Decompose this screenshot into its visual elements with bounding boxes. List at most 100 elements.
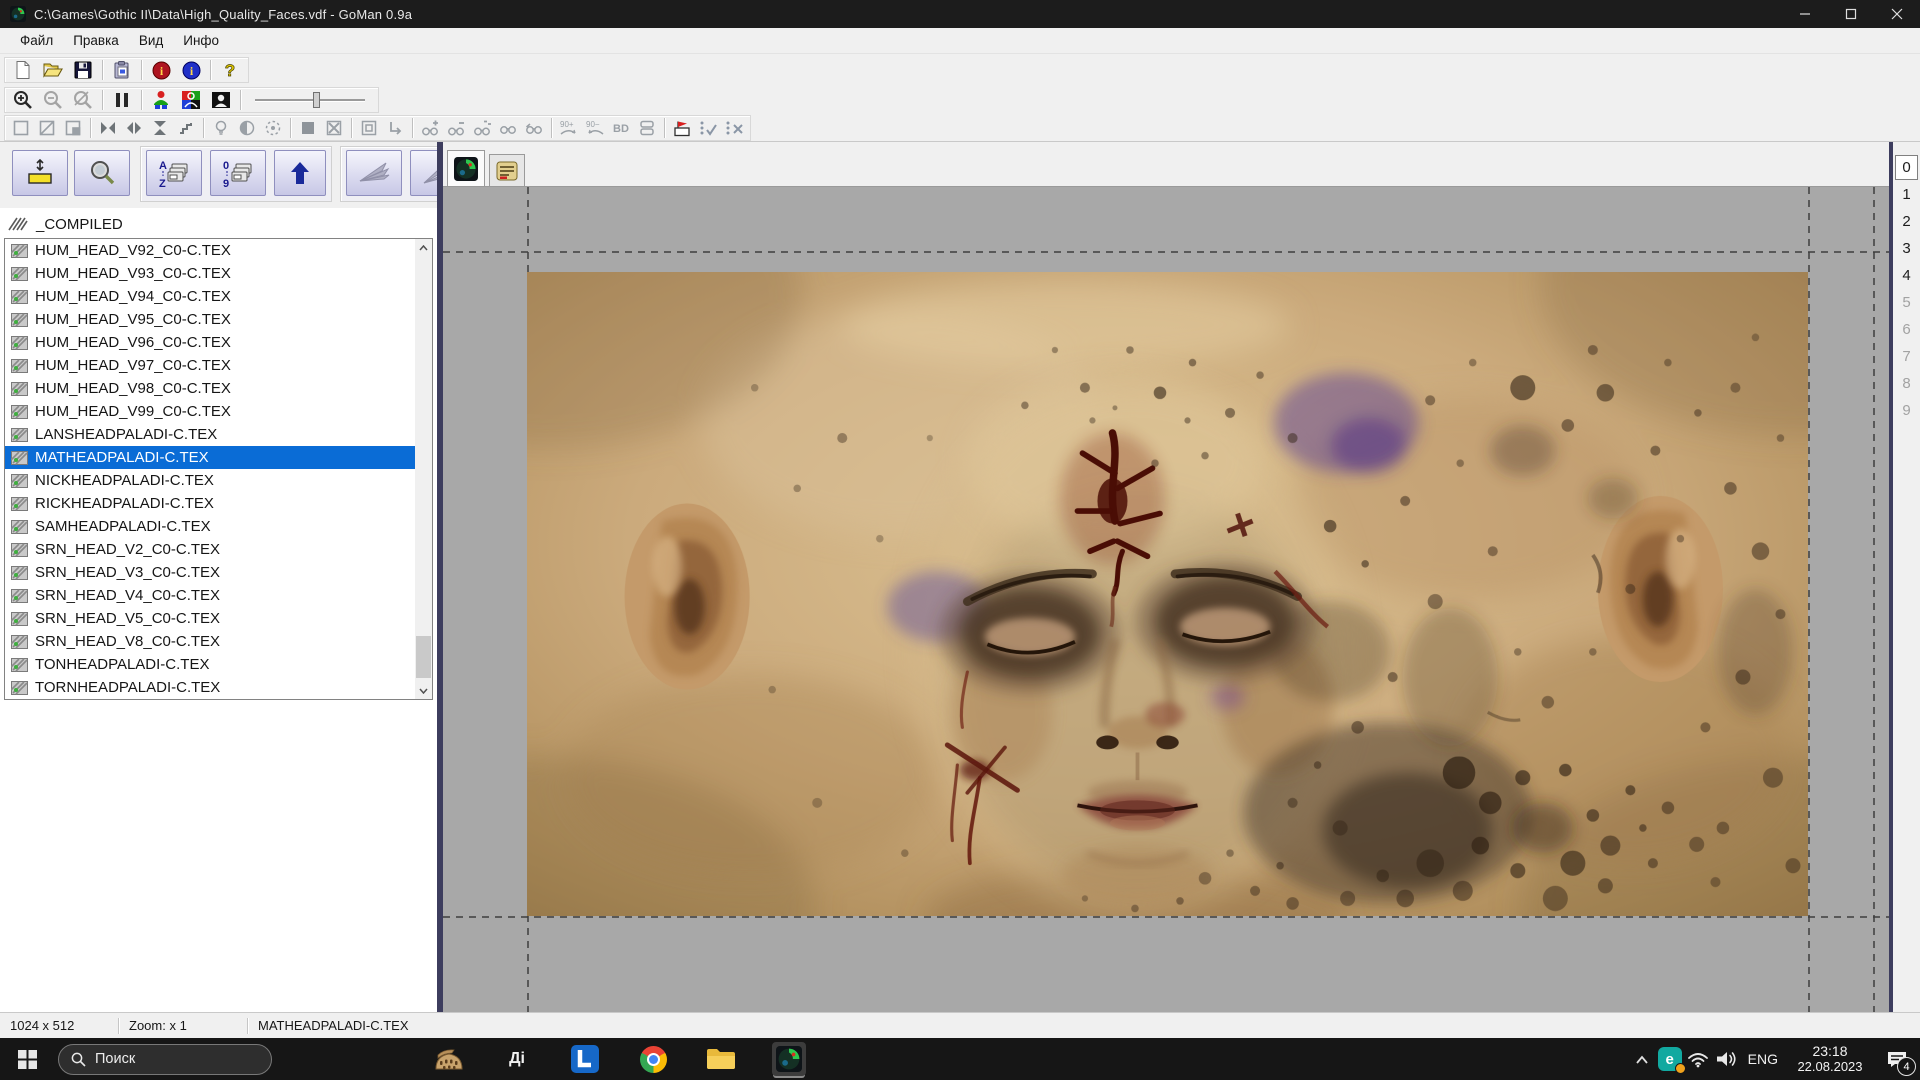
- help-button[interactable]: ?: [215, 58, 245, 82]
- sort-numeric-button[interactable]: 09: [210, 150, 266, 196]
- tray-wifi-icon[interactable]: [1684, 1038, 1712, 1080]
- list-item[interactable]: HUM_HEAD_V97_C0-C.TEX: [5, 354, 417, 377]
- brightness-button[interactable]: [208, 116, 234, 140]
- select-corner-button[interactable]: [60, 116, 86, 140]
- list-item[interactable]: MATHEADPALADI-C.TEX: [5, 446, 417, 469]
- mip-level-9[interactable]: 9: [1893, 397, 1920, 424]
- menu-view[interactable]: Вид: [129, 33, 173, 48]
- mip-level-2[interactable]: 2: [1893, 208, 1920, 235]
- new-file-button[interactable]: [8, 58, 38, 82]
- tray-chevron-icon[interactable]: [1628, 1038, 1656, 1080]
- texture-canvas[interactable]: [443, 187, 1889, 1012]
- list-item[interactable]: SRN_HEAD_V3_C0-C.TEX: [5, 561, 417, 584]
- language-indicator[interactable]: ENG: [1740, 1051, 1786, 1067]
- menu-file[interactable]: Файл: [10, 33, 63, 48]
- app-colosseum-icon[interactable]: [432, 1042, 466, 1076]
- list-item[interactable]: SRN_HEAD_V5_C0-C.TEX: [5, 607, 417, 630]
- canvas-size-button[interactable]: [356, 116, 382, 140]
- menu-edit[interactable]: Правка: [63, 33, 129, 48]
- glasses-button[interactable]: [495, 116, 521, 140]
- list-item[interactable]: NICKHEADPALADI-C.TEX: [5, 469, 417, 492]
- redirect-button[interactable]: [382, 116, 408, 140]
- menu-info[interactable]: Инфо: [173, 33, 229, 48]
- mip-level-6[interactable]: 6: [1893, 316, 1920, 343]
- preview-alpha-button[interactable]: [176, 88, 206, 112]
- info-blue-button[interactable]: i: [176, 58, 206, 82]
- scroll-down-arrow[interactable]: [415, 682, 432, 699]
- app-explorer-icon[interactable]: [704, 1042, 738, 1076]
- zoom-reset-button[interactable]: [68, 88, 98, 112]
- move-up-button[interactable]: [274, 150, 326, 196]
- list-item[interactable]: HUM_HEAD_V96_C0-C.TEX: [5, 331, 417, 354]
- mip-remove-button[interactable]: [443, 116, 469, 140]
- notification-center[interactable]: 4: [1874, 1038, 1920, 1080]
- taskbar-clock[interactable]: 23:18 22.08.2023: [1786, 1043, 1874, 1075]
- minimize-button[interactable]: [1782, 0, 1828, 28]
- search-button[interactable]: [74, 150, 130, 196]
- zoom-in-button[interactable]: [8, 88, 38, 112]
- scroll-thumb[interactable]: [416, 636, 431, 678]
- start-button[interactable]: [6, 1038, 48, 1080]
- mip-level-5[interactable]: 5: [1893, 289, 1920, 316]
- paste-button[interactable]: [107, 58, 137, 82]
- tray-volume-icon[interactable]: [1712, 1038, 1740, 1080]
- pause-button[interactable]: [107, 88, 137, 112]
- sort-az-button[interactable]: AZ: [146, 150, 202, 196]
- close-button[interactable]: [1874, 0, 1920, 28]
- mip-add-button[interactable]: [417, 116, 443, 140]
- mip-level-0[interactable]: 0: [1895, 155, 1918, 180]
- list-item[interactable]: HUM_HEAD_V93_C0-C.TEX: [5, 262, 417, 285]
- contrast-button[interactable]: [234, 116, 260, 140]
- dither-button[interactable]: [260, 116, 286, 140]
- stairs-button[interactable]: [173, 116, 199, 140]
- list-scrollbar[interactable]: [415, 239, 432, 699]
- app-di-icon[interactable]: Дi: [500, 1042, 534, 1076]
- mip-level-1[interactable]: 1: [1893, 181, 1920, 208]
- flip-out-button[interactable]: [121, 116, 147, 140]
- rotate-90-ccw-button[interactable]: 90−: [582, 116, 608, 140]
- app-chrome-icon[interactable]: [636, 1042, 670, 1076]
- export-flag-button[interactable]: [669, 116, 695, 140]
- list-item[interactable]: SRN_HEAD_V8_C0-C.TEX: [5, 630, 417, 653]
- list-item[interactable]: HUM_HEAD_V92_C0-C.TEX: [5, 239, 417, 262]
- discard-x-button[interactable]: [721, 116, 747, 140]
- list-item[interactable]: HUM_HEAD_V99_C0-C.TEX: [5, 400, 417, 423]
- tab-properties-view[interactable]: [489, 154, 525, 186]
- flip-vertical-button[interactable]: [147, 116, 173, 140]
- apply-check-button[interactable]: [695, 116, 721, 140]
- taskbar-search[interactable]: Поиск: [58, 1044, 272, 1075]
- mirror-vertical-button[interactable]: [634, 116, 660, 140]
- tray-eset-icon[interactable]: e: [1656, 1038, 1684, 1080]
- scroll-up-arrow[interactable]: [415, 239, 432, 256]
- zoom-slider[interactable]: [255, 90, 365, 110]
- glasses-2-button[interactable]: [521, 116, 547, 140]
- app-l-icon[interactable]: [568, 1042, 602, 1076]
- maximize-button[interactable]: [1828, 0, 1874, 28]
- list-item[interactable]: TORNHEADPALADI-C.TEX: [5, 676, 417, 699]
- zoom-out-button[interactable]: [38, 88, 68, 112]
- list-item[interactable]: HUM_HEAD_V94_C0-C.TEX: [5, 285, 417, 308]
- fan-tool-2-button[interactable]: [410, 150, 437, 196]
- mirror-horizontal-button[interactable]: BD: [608, 116, 634, 140]
- save-button[interactable]: [68, 58, 98, 82]
- app-goman-icon[interactable]: [772, 1042, 806, 1076]
- mip-level-7[interactable]: 7: [1893, 343, 1920, 370]
- mip-level-3[interactable]: 3: [1893, 235, 1920, 262]
- rotate-90-cw-button[interactable]: 90+: [556, 116, 582, 140]
- select-slash-button[interactable]: [34, 116, 60, 140]
- list-item[interactable]: RICKHEADPALADI-C.TEX: [5, 492, 417, 515]
- flip-in-button[interactable]: [95, 116, 121, 140]
- list-item[interactable]: TONHEADPALADI-C.TEX: [5, 653, 417, 676]
- open-file-button[interactable]: [38, 58, 68, 82]
- list-item[interactable]: LANSHEADPALADI-C.TEX: [5, 423, 417, 446]
- list-item[interactable]: SRN_HEAD_V2_C0-C.TEX: [5, 538, 417, 561]
- zoom-slider-thumb[interactable]: [313, 92, 320, 108]
- list-item[interactable]: HUM_HEAD_V95_C0-C.TEX: [5, 308, 417, 331]
- resize-button[interactable]: [321, 116, 347, 140]
- sort-size-button[interactable]: [12, 150, 68, 196]
- list-item[interactable]: SAMHEADPALADI-C.TEX: [5, 515, 417, 538]
- list-item[interactable]: SRN_HEAD_V4_C0-C.TEX: [5, 584, 417, 607]
- fill-button[interactable]: [295, 116, 321, 140]
- mip-clear-button[interactable]: [469, 116, 495, 140]
- info-red-button[interactable]: i: [146, 58, 176, 82]
